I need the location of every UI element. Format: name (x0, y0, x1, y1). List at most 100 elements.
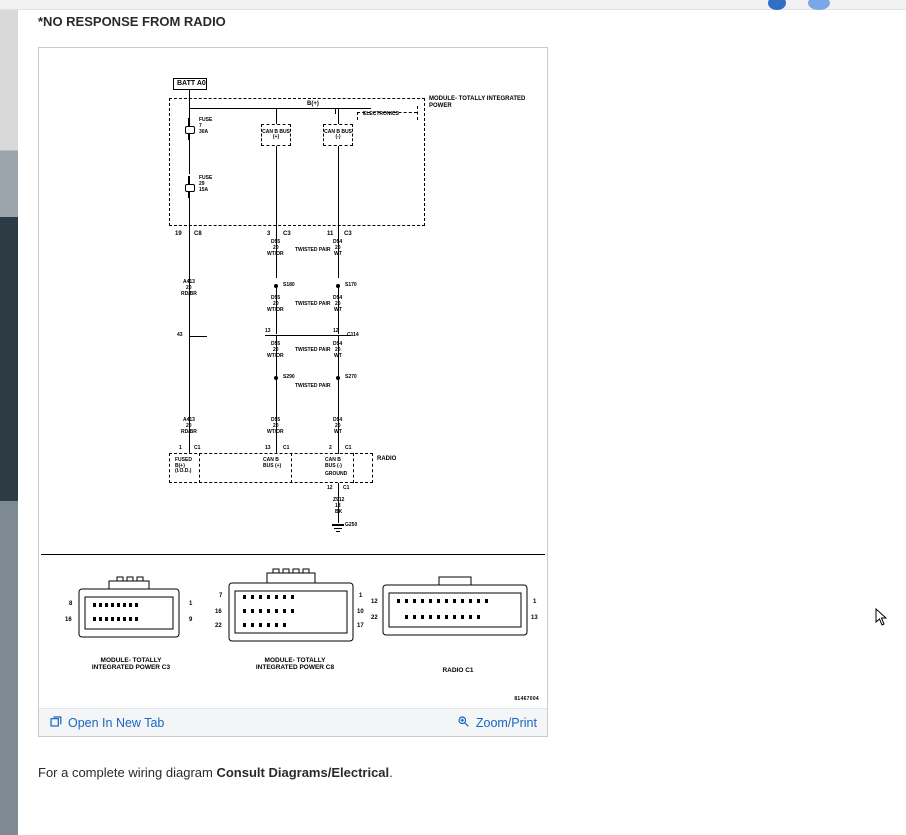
connector-radio-label: RADIO C1 (423, 667, 493, 674)
c3b-cavity: 11 (327, 231, 333, 238)
connector-radio-c1 (377, 573, 533, 647)
batt-label: BATT A0 (177, 80, 206, 88)
zoom-print-label: Zoom/Print (476, 716, 537, 730)
fuse1-in (189, 108, 190, 118)
c3a-cavity: 3 (267, 231, 270, 238)
figure-caption: For a complete wiring diagram Consult Di… (38, 737, 906, 780)
gnd-c1-cav: 12 (327, 486, 333, 492)
page-left-margin (0, 0, 18, 835)
d55-c-b: WT/OR (267, 308, 284, 314)
c8-pin17: 17 (357, 623, 364, 629)
c3b-name: C3 (344, 231, 352, 238)
canm-stub-in (338, 108, 339, 124)
c8-pin7: 7 (219, 593, 222, 599)
c1-fused-cav: 1 (179, 446, 182, 452)
rb-d1 (199, 453, 200, 483)
ground-label: GROUND (325, 472, 347, 478)
wiring-diagram-figure: BATT A0 MODULE- TOTALLY INTEGRATED POWER… (38, 47, 548, 737)
s270: S270 (345, 375, 357, 381)
c114-name: C114 (347, 333, 359, 339)
radio-pin1: 1 (533, 599, 536, 605)
s170: S170 (345, 283, 357, 289)
radio-label: RADIO (377, 456, 396, 463)
radio-pin13: 13 (531, 615, 538, 621)
tipm-label: MODULE- TOTALLY INTEGRATED POWER (429, 96, 547, 109)
gnd-sym3 (336, 531, 340, 532)
c8-pin1: 1 (359, 593, 362, 599)
c3-pin1: 1 (189, 601, 192, 607)
fuse1-amps: 30A (199, 130, 208, 135)
elec-stub (335, 108, 336, 114)
open-in-new-tab-button[interactable]: Open In New Tab (49, 715, 164, 731)
g250: G250 (345, 522, 357, 528)
gnd-sym2 (334, 528, 342, 529)
caption-bold: Consult Diagrams/Electrical (216, 765, 389, 780)
document-page: *NO RESPONSE FROM RADIO BATT A0 MODULE- … (18, 10, 906, 835)
c3-pin9: 9 (189, 617, 192, 623)
d55-c-d: WT/OR (267, 430, 284, 436)
c8-pin10: 10 (357, 609, 364, 615)
d54-c-a: WT (334, 252, 342, 258)
elec-box-l (357, 112, 358, 120)
radio-pin22: 22 (371, 615, 378, 621)
connector-region: 8 1 16 9 MODULE- TOTALLY INTEGRATED POWE… (41, 554, 545, 704)
node-43: 43 (177, 333, 183, 339)
radio-pin12: 12 (371, 599, 378, 605)
c8-pin16: 16 (215, 609, 222, 615)
canp-stub-in (276, 108, 277, 124)
canm-vert1 (338, 146, 339, 228)
rb-d2 (291, 453, 292, 483)
can-b-minus-box: CAN B BUS (-) (323, 124, 353, 146)
fuse1-out (189, 140, 190, 174)
d55-vert5 (276, 378, 277, 454)
wiring-diagram-canvas: BATT A0 MODULE- TOTALLY INTEGRATED POWER… (39, 48, 547, 708)
batt-drop (189, 90, 190, 108)
fuse2-amps: 15A (199, 188, 208, 193)
d55-c-a: WT/OR (267, 252, 284, 258)
c1-canm-cav: 2 (329, 446, 332, 452)
twisted-pair-3: TWISTED PAIR (295, 348, 330, 353)
a413-color1: RD/BR (181, 292, 197, 298)
section-title: *NO RESPONSE FROM RADIO (38, 10, 906, 47)
c114-right: 12 (333, 329, 339, 335)
caption-suffix: . (389, 765, 393, 780)
c8-name: C8 (194, 231, 202, 238)
node43-stub (189, 336, 207, 337)
c8-pin22: 22 (215, 623, 222, 629)
a413-color2: RD/BR (181, 430, 197, 436)
connector-c8 (221, 565, 361, 651)
c1-canm-name: C1 (345, 446, 351, 452)
s290: S290 (283, 375, 295, 381)
zoom-icon (457, 715, 470, 731)
titlebar-decoration-2 (808, 0, 830, 10)
elec-box-r (417, 106, 418, 120)
connector-c8-label: MODULE- TOTALLY INTEGRATED POWER C8 (249, 657, 341, 671)
twisted-pair-4: TWISTED PAIR (295, 384, 330, 389)
fused-bplus-label: FUSED B(+) (I.O.D.) (175, 458, 192, 475)
gnd-sym1 (332, 524, 344, 526)
d54-c-cc: WT (334, 354, 342, 360)
d54-c-d: WT (334, 430, 342, 436)
twisted-pair-2: TWISTED PAIR (295, 302, 330, 307)
c3a-name: C3 (283, 231, 291, 238)
zoom-print-button[interactable]: Zoom/Print (457, 715, 537, 731)
c1-fused-name: C1 (194, 446, 200, 452)
canp-vert1 (276, 146, 277, 228)
new-tab-icon (49, 715, 62, 731)
caption-prefix: For a complete wiring diagram (38, 765, 216, 780)
bk: BK (335, 510, 342, 516)
can-b-plus-box: CAN B BUS (+) (261, 124, 291, 146)
canb-plus-radio: CAN B BUS (+) (263, 458, 281, 469)
c1-canp-cav: 13 (265, 446, 271, 452)
connector-c3-label: MODULE- TOTALLY INTEGRATED POWER C3 (85, 657, 177, 671)
canb-minus-radio: CAN B BUS (-) (325, 458, 342, 469)
open-in-new-tab-label: Open In New Tab (68, 716, 164, 730)
c8-cavity: 19 (175, 231, 182, 238)
bplus-bus (189, 108, 371, 109)
wiring-diagram: BATT A0 MODULE- TOTALLY INTEGRATED POWER… (39, 48, 547, 708)
figure-toolbar: Open In New Tab Zoom/Print (39, 708, 547, 736)
window-titlebar (0, 0, 906, 10)
connector-c3 (69, 571, 189, 649)
diagram-part-number: 81467004 (514, 696, 539, 702)
s180: S180 (283, 283, 295, 289)
